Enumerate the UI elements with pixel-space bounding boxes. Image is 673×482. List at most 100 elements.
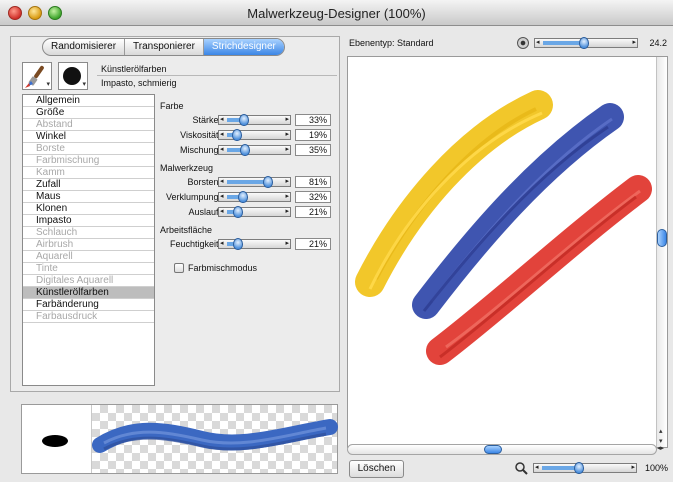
slider-left-arrow[interactable]: ◂ <box>220 239 224 247</box>
slider-right-arrow[interactable]: ▸ <box>285 115 289 123</box>
slider-right-arrow[interactable]: ▸ <box>285 145 289 153</box>
slider-left-arrow[interactable]: ◂ <box>535 463 539 471</box>
dab-preview-icon <box>42 435 68 447</box>
slider-thumb[interactable] <box>238 191 249 203</box>
tab-strichdesigner[interactable]: Strichdesigner <box>203 39 284 55</box>
slider-right-arrow[interactable]: ▸ <box>285 130 289 138</box>
setting-row-auslauf: Auslauf: ◂ ▸ 21% <box>160 205 338 220</box>
magnifier-icon <box>515 462 528 475</box>
category-item-selected[interactable]: Künstlerölfarben <box>23 287 154 299</box>
slider-right-arrow[interactable]: ▸ <box>285 207 289 215</box>
viskositaet-value-field[interactable]: 19% <box>295 129 331 141</box>
feuchtigkeit-slider[interactable]: ◂ ▸ <box>218 238 291 250</box>
category-item: Borste <box>23 143 154 155</box>
category-item: Airbrush <box>23 239 154 251</box>
category-item[interactable]: Zufall <box>23 179 154 191</box>
slider-right-arrow[interactable]: ▸ <box>285 177 289 185</box>
tab-transponierer[interactable]: Transponierer <box>125 39 204 55</box>
slider-left-arrow[interactable]: ◂ <box>220 177 224 185</box>
drawing-canvas[interactable] <box>348 57 657 445</box>
slider-left-arrow[interactable]: ◂ <box>220 145 224 153</box>
canvas-drawing <box>355 90 652 365</box>
category-item: Farbmischung <box>23 155 154 167</box>
slider-thumb[interactable] <box>239 144 250 156</box>
layer-type-label: Ebenentyp: Standard <box>349 38 434 48</box>
slider-thumb[interactable] <box>232 206 243 218</box>
farbmischmodus-checkbox[interactable] <box>174 263 184 273</box>
vertical-scrollbar[interactable]: ▴ ▾ <box>656 57 667 447</box>
category-item[interactable]: Impasto <box>23 215 154 227</box>
auslauf-slider[interactable]: ◂ ▸ <box>218 206 291 218</box>
layer-slider[interactable]: ◂ ▸ <box>534 37 638 49</box>
drawing-canvas-frame: ▴ ▾ <box>347 56 668 448</box>
slider-left-arrow[interactable]: ◂ <box>220 130 224 138</box>
stroke-preview-icon <box>92 419 338 453</box>
borsten-slider[interactable]: ◂ ▸ <box>218 176 291 188</box>
chevron-down-icon: ▾ <box>82 81 86 88</box>
category-item: Kamm <box>23 167 154 179</box>
horizontal-scroll-arrows[interactable]: ◂▸ <box>657 444 669 455</box>
brush-variant-picker[interactable]: ▾ <box>58 62 88 90</box>
clear-button[interactable]: Löschen <box>349 460 404 478</box>
scroll-up-arrow[interactable]: ▴ <box>659 427 663 435</box>
tab-randomisierer[interactable]: Randomisierer <box>43 39 126 55</box>
category-item: Farbausdruck <box>23 311 154 323</box>
brush-category-picker[interactable]: ▾ <box>22 62 52 90</box>
brush-name: Künstlerölfarben Impasto, schmierig <box>97 62 337 90</box>
title-bar: Malwerkzeug-Designer (100%) <box>0 0 673 26</box>
staerke-value-field[interactable]: 33% <box>295 114 331 126</box>
setting-label: Borsten: <box>187 177 221 187</box>
staerke-slider[interactable]: ◂ ▸ <box>218 114 291 126</box>
group-heading-farbe: Farbe <box>160 101 184 111</box>
slider-left-arrow[interactable]: ◂ <box>220 115 224 123</box>
mischung-value-field[interactable]: 35% <box>295 144 331 156</box>
horizontal-scroll-thumb[interactable] <box>484 445 502 454</box>
vertical-scroll-thumb[interactable] <box>657 229 667 247</box>
setting-row-staerke: Stärke: ◂ ▸ 33% <box>160 113 338 128</box>
category-item[interactable]: Maus <box>23 191 154 203</box>
slider-right-arrow[interactable]: ▸ <box>631 463 635 471</box>
dial-icon <box>517 37 529 49</box>
viskositaet-slider[interactable]: ◂ ▸ <box>218 129 291 141</box>
slider-thumb[interactable] <box>238 114 249 126</box>
category-item[interactable]: Größe <box>23 107 154 119</box>
slider-left-arrow[interactable]: ◂ <box>536 38 540 46</box>
slider-thumb[interactable] <box>579 37 589 49</box>
window-title: Malwerkzeug-Designer (100%) <box>247 6 426 21</box>
horizontal-scrollbar[interactable] <box>347 444 657 455</box>
auslauf-value-field[interactable]: 21% <box>295 206 331 218</box>
category-item[interactable]: Farbänderung <box>23 299 154 311</box>
category-item[interactable]: Klonen <box>23 203 154 215</box>
mischung-slider[interactable]: ◂ ▸ <box>218 144 291 156</box>
slider-thumb[interactable] <box>573 462 584 474</box>
slider-right-arrow[interactable]: ▸ <box>632 38 636 46</box>
category-item[interactable]: Winkel <box>23 131 154 143</box>
slider-left-arrow[interactable]: ◂ <box>220 207 224 215</box>
zoom-slider[interactable]: ◂ ▸ <box>533 462 637 474</box>
slider-right-arrow[interactable]: ▸ <box>285 239 289 247</box>
category-list[interactable]: Allgemein Größe Abstand Winkel Borste Fa… <box>22 94 155 386</box>
group-heading-malwerkzeug: Malwerkzeug <box>160 163 214 173</box>
slider-right-arrow[interactable]: ▸ <box>285 192 289 200</box>
zoom-value: 100% <box>645 463 669 473</box>
setting-row-viskositaet: Viskosität: ◂ ▸ 19% <box>160 128 338 143</box>
slider-left-arrow[interactable]: ◂ <box>220 192 224 200</box>
setting-row-verklumpung: Verklumpung: ◂ ▸ 32% <box>160 190 338 205</box>
setting-row-borsten: Borsten: ◂ ▸ 81% <box>160 175 338 190</box>
farbmischmodus-label[interactable]: Farbmischmodus <box>188 263 257 273</box>
feuchtigkeit-value-field[interactable]: 21% <box>295 238 331 250</box>
farbmischmodus-row: Farbmischmodus <box>160 260 338 276</box>
category-item[interactable]: Allgemein <box>23 95 154 107</box>
slider-thumb[interactable] <box>263 176 274 188</box>
group-heading-arbeitsflaeche: Arbeitsfläche <box>160 225 213 235</box>
verklumpung-value-field[interactable]: 32% <box>295 191 331 203</box>
settings-panel: Farbe Stärke: ◂ ▸ 33% Viskosität: ◂ ▸ 19… <box>160 101 338 276</box>
verklumpung-slider[interactable]: ◂ ▸ <box>218 191 291 203</box>
setting-row-feuchtigkeit: Feuchtigkeit: ◂ ▸ 21% <box>160 237 338 252</box>
borsten-value-field[interactable]: 81% <box>295 176 331 188</box>
slider-thumb[interactable] <box>231 129 242 141</box>
preview-background <box>92 405 338 473</box>
setting-label: Feuchtigkeit: <box>169 239 221 249</box>
brush-category-name: Künstlerölfarben <box>97 62 337 76</box>
slider-thumb[interactable] <box>232 238 243 250</box>
